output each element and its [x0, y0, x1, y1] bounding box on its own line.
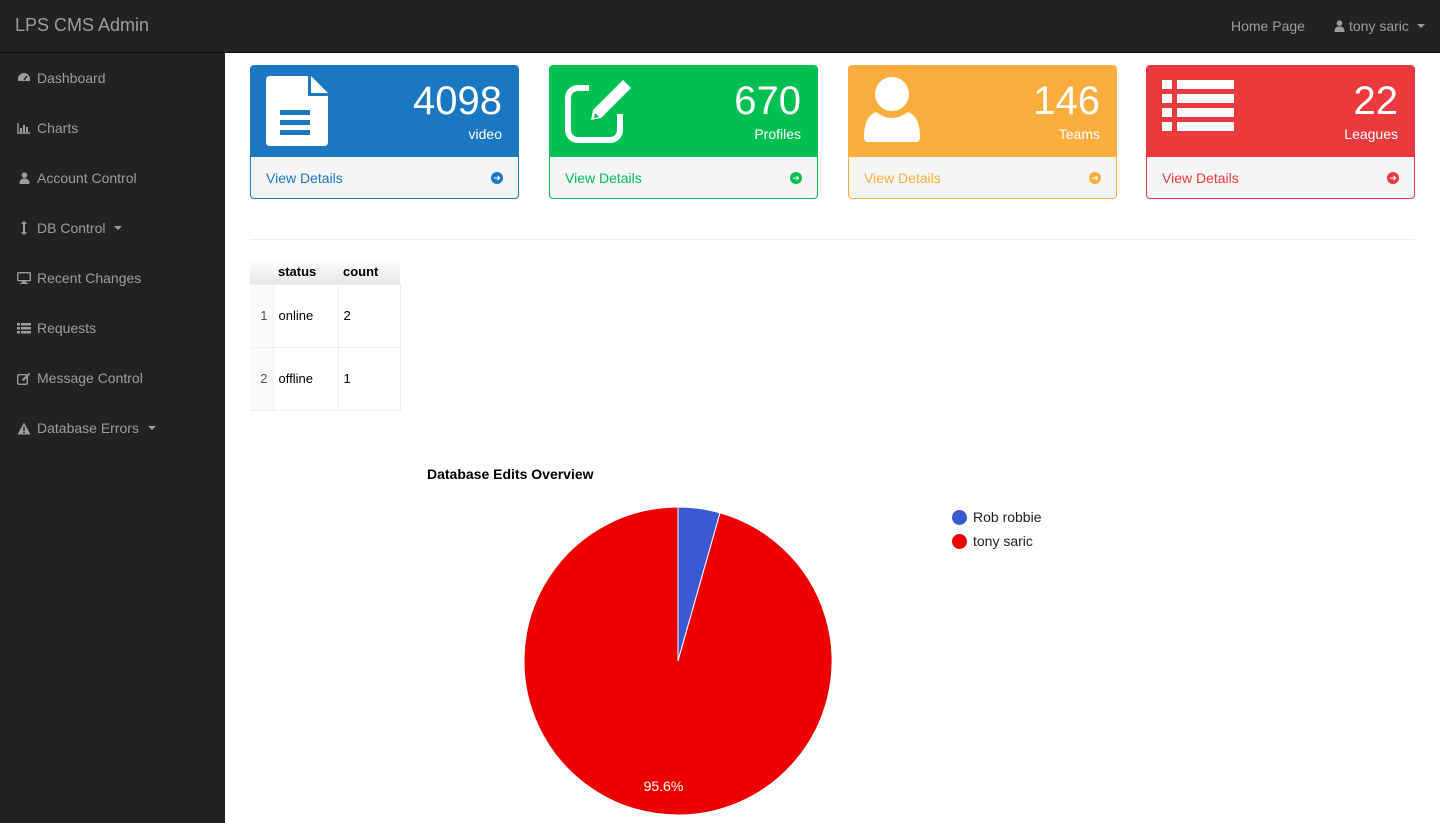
pie-chart: 95.6% [523, 506, 833, 816]
legend-item[interactable]: tony saric [952, 529, 1042, 553]
pie-slice-tony-saric[interactable] [523, 506, 833, 816]
legend-swatch [952, 533, 967, 549]
chart-legend: Rob robbie tony saric [952, 505, 1042, 553]
legend-label: Rob robbie [973, 509, 1042, 525]
pie-slice-label: 95.6% [644, 778, 684, 794]
legend-label: tony saric [973, 533, 1033, 549]
legend-swatch [952, 509, 967, 525]
legend-item[interactable]: Rob robbie [952, 505, 1042, 529]
